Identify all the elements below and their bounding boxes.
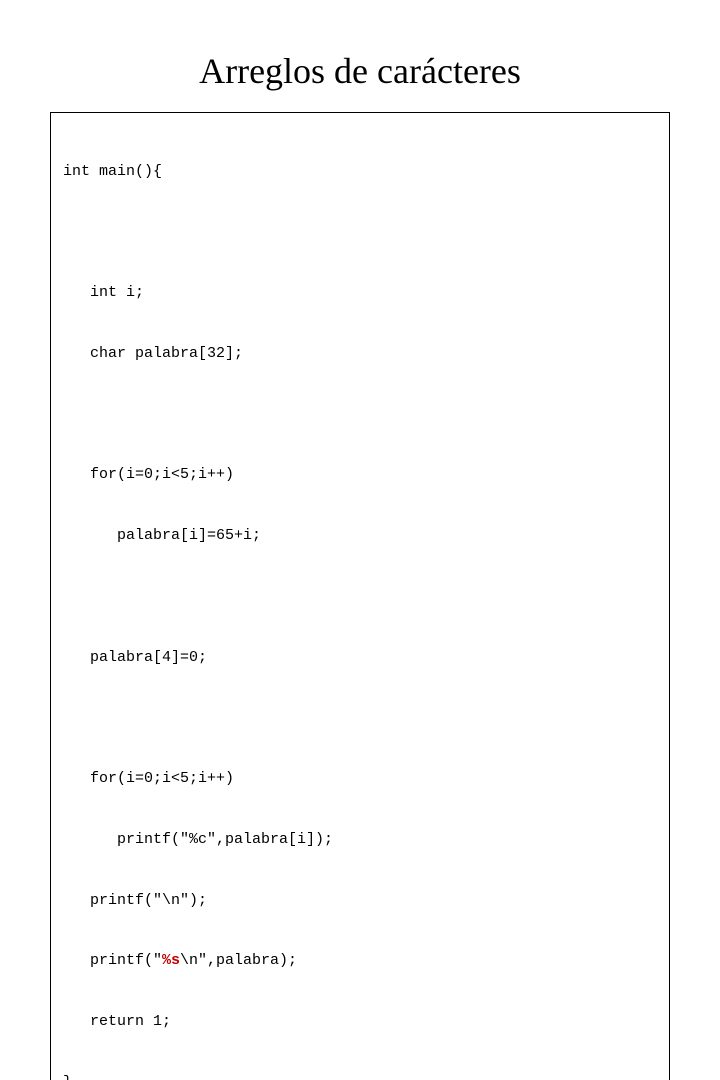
code-line: for(i=0;i<5;i++)	[63, 465, 657, 485]
code-text: \n",palabra);	[180, 952, 297, 969]
blank-line	[63, 405, 657, 425]
code-line: int main(){	[63, 162, 657, 182]
format-specifier: %s	[162, 952, 180, 969]
code-box: int main(){ int i; char palabra[32]; for…	[50, 112, 670, 1080]
code-line: int i;	[63, 283, 657, 303]
blank-line	[63, 587, 657, 607]
code-line: printf("%c",palabra[i]);	[63, 830, 657, 850]
code-line: char palabra[32];	[63, 344, 657, 364]
blank-line	[63, 708, 657, 728]
code-line: printf("%s\n",palabra);	[63, 951, 657, 971]
code-line: palabra[i]=65+i;	[63, 526, 657, 546]
slide-title: Arreglos de carácteres	[50, 50, 670, 92]
code-line: return 1;	[63, 1012, 657, 1032]
code-line: palabra[4]=0;	[63, 648, 657, 668]
code-text: printf("	[90, 952, 162, 969]
code-line: }	[63, 1073, 657, 1080]
blank-line	[63, 222, 657, 242]
slide-container: Arreglos de carácteres int main(){ int i…	[0, 0, 720, 540]
code-line: printf("\n");	[63, 891, 657, 911]
code-line: for(i=0;i<5;i++)	[63, 769, 657, 789]
